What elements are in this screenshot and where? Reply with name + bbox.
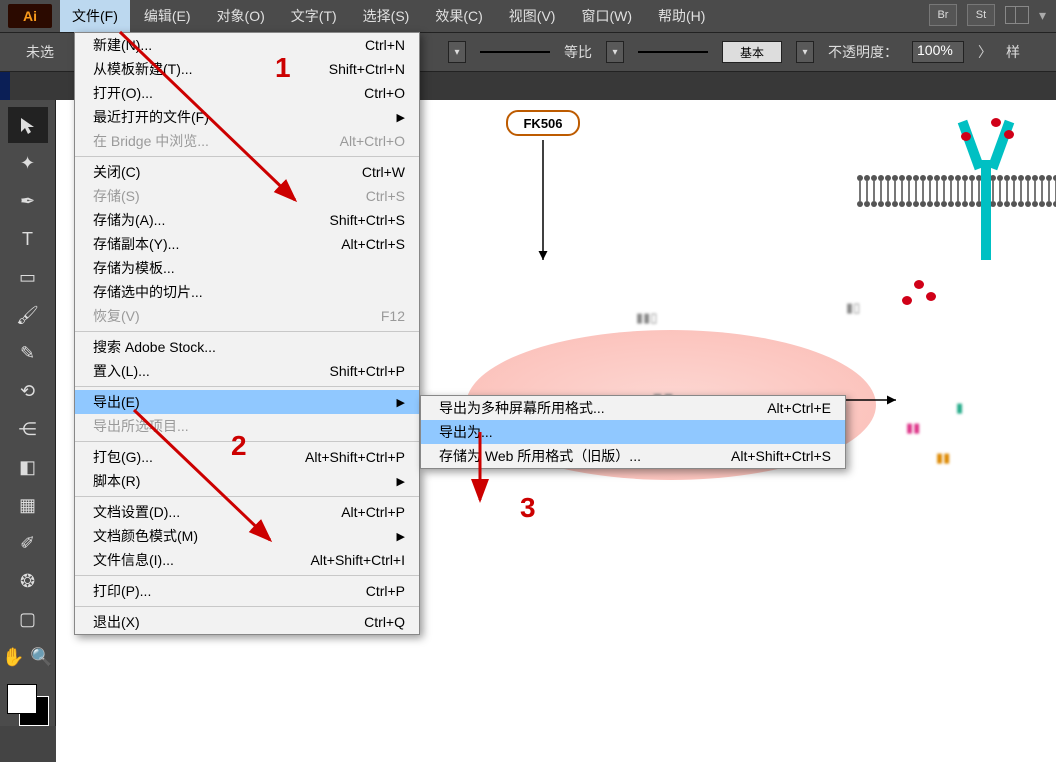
color-swatch[interactable] (7, 684, 49, 726)
file-menu-item[interactable]: 置入(L)...Shift+Ctrl+P (75, 359, 419, 383)
opacity-field[interactable]: 100% (912, 41, 964, 63)
hand-tool[interactable]: ✋ (0, 639, 28, 675)
no-selection-label: 未选 (20, 42, 60, 62)
app-logo: Ai (8, 4, 52, 28)
file-menu-item[interactable]: 存储为模板... (75, 256, 419, 280)
file-menu-item[interactable]: 脚本(R)▶ (75, 469, 419, 493)
file-menu-item[interactable]: 关闭(C)Ctrl+W (75, 160, 419, 184)
export-submenu-item[interactable]: 导出为多种屏幕所用格式...Alt+Ctrl+E (421, 396, 845, 420)
type-tool[interactable]: T (8, 221, 48, 257)
file-menu-item[interactable]: 从模板新建(T)...Shift+Ctrl+N (75, 57, 419, 81)
menu-effect[interactable]: 效果(C) (423, 0, 494, 32)
menu-type[interactable]: 文字(T) (279, 0, 349, 32)
ratio-label: 等比 (564, 42, 592, 62)
file-menu-item: 在 Bridge 中浏览...Alt+Ctrl+O (75, 129, 419, 153)
stroke-preview (480, 51, 550, 53)
menu-help[interactable]: 帮助(H) (646, 0, 717, 32)
file-menu-item[interactable]: 打开(O)...Ctrl+O (75, 81, 419, 105)
symbol-sprayer-tool[interactable]: ❂ (8, 563, 48, 599)
fill-color[interactable] (7, 684, 37, 714)
more-arrow-icon[interactable]: 〉 (978, 42, 992, 62)
layout-icon[interactable] (1005, 6, 1029, 24)
file-menu-item[interactable]: 文档颜色模式(M)▶ (75, 524, 419, 548)
paintbrush-tool[interactable]: 🖌 (8, 297, 48, 333)
file-menu-item[interactable]: 存储选中的切片... (75, 280, 419, 304)
left-toolbar: ✦ ✒ T ▭ 🖌 ✎ ⟲ ⋲ ◧ ▦ ✐ ❂ ▢ ✋ 🔍 (0, 100, 56, 726)
perspective-tool[interactable]: ▦ (8, 487, 48, 523)
header-right-icons: Br St ▾ (929, 4, 1046, 26)
file-menu-item[interactable]: 搜索 Adobe Stock... (75, 335, 419, 359)
file-menu-item[interactable]: 退出(X)Ctrl+Q (75, 610, 419, 634)
stroke-style-basic[interactable]: 基本 (722, 41, 782, 63)
opt-dd3[interactable]: ▾ (796, 41, 814, 63)
menu-bar: Ai 文件(F) 编辑(E) 对象(O) 文字(T) 选择(S) 效果(C) 视… (0, 0, 1056, 32)
file-menu-item[interactable]: 打印(P)...Ctrl+P (75, 579, 419, 603)
file-menu-item: 存储(S)Ctrl+S (75, 184, 419, 208)
stock-icon[interactable]: St (967, 4, 995, 26)
width-tool[interactable]: ⋲ (8, 411, 48, 447)
magic-wand-tool[interactable]: ✦ (8, 145, 48, 181)
shape-builder-tool[interactable]: ◧ (8, 449, 48, 485)
stroke-preview-2 (638, 51, 708, 53)
file-menu-item[interactable]: 存储为(A)...Shift+Ctrl+S (75, 208, 419, 232)
selection-tool[interactable] (8, 107, 48, 143)
more-label: 样 (1006, 42, 1020, 62)
artboard-tool[interactable]: ▢ (8, 601, 48, 637)
rotate-tool[interactable]: ⟲ (8, 373, 48, 409)
file-menu-item: 导出所选项目... (75, 414, 419, 438)
annotation-2: 2 (231, 430, 247, 462)
menu-object[interactable]: 对象(O) (205, 0, 277, 32)
file-menu-item[interactable]: 存储副本(Y)...Alt+Ctrl+S (75, 232, 419, 256)
export-submenu-item[interactable]: 存储为 Web 所用格式（旧版）...Alt+Shift+Ctrl+S (421, 444, 845, 468)
menu-file[interactable]: 文件(F) (60, 0, 130, 32)
menu-view[interactable]: 视图(V) (497, 0, 568, 32)
pen-tool[interactable]: ✒ (8, 183, 48, 219)
bridge-icon[interactable]: Br (929, 4, 957, 26)
annotation-3: 3 (520, 492, 536, 524)
opacity-label: 不透明度： (828, 42, 898, 62)
eyedropper-tool[interactable]: ✐ (8, 525, 48, 561)
file-menu-item[interactable]: 文档设置(D)...Alt+Ctrl+P (75, 500, 419, 524)
dropdown-icon[interactable]: ▾ (1039, 7, 1046, 24)
file-menu-item: 恢复(V)F12 (75, 304, 419, 328)
file-menu-dropdown: 新建(N)...Ctrl+N从模板新建(T)...Shift+Ctrl+N打开(… (74, 32, 420, 635)
color-tab-edge (0, 72, 10, 100)
pencil-tool[interactable]: ✎ (8, 335, 48, 371)
file-menu-item[interactable]: 文件信息(I)...Alt+Shift+Ctrl+I (75, 548, 419, 572)
export-submenu-item[interactable]: 导出为... (421, 420, 845, 444)
file-menu-item[interactable]: 最近打开的文件(F)▶ (75, 105, 419, 129)
opt-dd1[interactable]: ▾ (448, 41, 466, 63)
opt-dd2[interactable]: ▾ (606, 41, 624, 63)
menu-select[interactable]: 选择(S) (351, 0, 422, 32)
export-submenu: 导出为多种屏幕所用格式...Alt+Ctrl+E导出为...存储为 Web 所用… (420, 395, 846, 469)
zoom-tool[interactable]: 🔍 (28, 639, 56, 675)
menu-edit[interactable]: 编辑(E) (132, 0, 203, 32)
file-menu-item[interactable]: 新建(N)...Ctrl+N (75, 33, 419, 57)
menu-window[interactable]: 窗口(W) (569, 0, 644, 32)
annotation-1: 1 (275, 52, 291, 84)
file-menu-item[interactable]: 打包(G)...Alt+Shift+Ctrl+P (75, 445, 419, 469)
file-menu-item[interactable]: 导出(E)▶ (75, 390, 419, 414)
rectangle-tool[interactable]: ▭ (8, 259, 48, 295)
